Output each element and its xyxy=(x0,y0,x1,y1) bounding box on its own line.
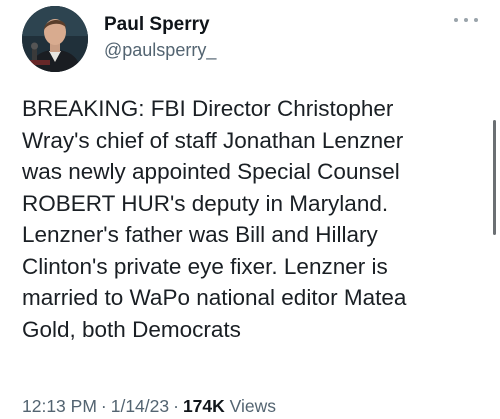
meta-separator: · xyxy=(100,396,107,416)
more-dot xyxy=(474,18,478,22)
meta-separator: · xyxy=(173,396,179,416)
tweet-text: BREAKING: FBI Director Christopher Wray'… xyxy=(22,96,407,342)
tweet-meta: 12:13 PM · 1/14/23 · 174K Views xyxy=(22,396,276,417)
profile-photo-icon xyxy=(22,6,88,72)
handle[interactable]: @paulsperry_ xyxy=(104,40,216,61)
more-options-icon[interactable] xyxy=(454,12,478,28)
scrollbar[interactable] xyxy=(493,120,496,235)
display-name[interactable]: Paul Sperry xyxy=(104,14,210,36)
tweet-date[interactable]: 1/14/23 xyxy=(111,396,169,416)
more-dot xyxy=(464,18,468,22)
views-count: 174K xyxy=(182,396,225,416)
tweet: Paul Sperry @paulsperry_ BREAKING: FBI D… xyxy=(0,0,500,419)
tweet-time[interactable]: 12:13 PM xyxy=(22,396,97,416)
more-dot xyxy=(454,18,458,22)
avatar[interactable] xyxy=(22,6,88,72)
views[interactable]: 174K Views xyxy=(183,396,276,416)
views-label: Views xyxy=(229,396,277,416)
